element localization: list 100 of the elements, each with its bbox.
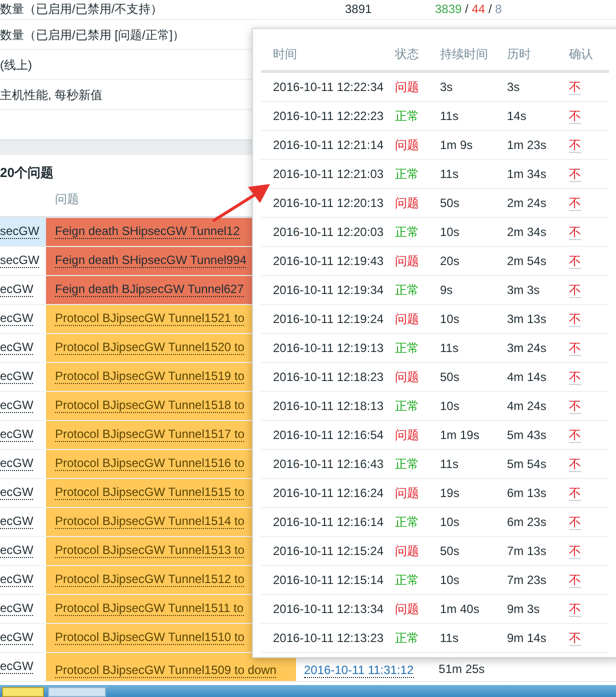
status-text: 问题 bbox=[395, 196, 419, 210]
problem-link[interactable]: Feign death SHipsecGW Tunnel994 bbox=[55, 254, 246, 268]
acknowledge-link[interactable]: 不 bbox=[569, 544, 581, 559]
duration-text: 1m 9s bbox=[440, 138, 473, 152]
host-link[interactable]: ecGW bbox=[0, 602, 34, 616]
duration-text: 51m 25s bbox=[438, 661, 485, 678]
status-text: 正常 bbox=[395, 283, 419, 297]
status-text: 问题 bbox=[395, 312, 419, 326]
duration-text: 19s bbox=[440, 486, 460, 500]
problem-link[interactable]: Protocol BJipsecGW Tunnel1510 to bbox=[55, 631, 244, 645]
acknowledge-link[interactable]: 不 bbox=[569, 573, 581, 588]
acknowledge-link[interactable]: 不 bbox=[569, 457, 581, 472]
acknowledge-link[interactable]: 不 bbox=[569, 486, 581, 501]
host-link[interactable]: ecGW bbox=[0, 457, 34, 471]
duration-text: 9s bbox=[440, 283, 453, 297]
acknowledge-link[interactable]: 不 bbox=[569, 515, 581, 530]
summary-label: (线上) bbox=[0, 58, 32, 72]
column-header: 状态 bbox=[395, 46, 419, 60]
summary-counts: 3839 / 44 / 8 bbox=[435, 1, 502, 18]
acknowledge-link[interactable]: 不 bbox=[569, 109, 581, 124]
age-text: 5m 54s bbox=[507, 457, 546, 471]
time-text: 2016-10-11 12:13:23 bbox=[273, 631, 384, 645]
annotation-arrow bbox=[212, 184, 270, 222]
host-link[interactable]: ecGW bbox=[0, 486, 34, 500]
acknowledge-link[interactable]: 不 bbox=[569, 80, 581, 95]
summary-label: 数量（已启用/已禁用/不支持） bbox=[0, 2, 163, 16]
duration-text: 20s bbox=[440, 254, 460, 268]
acknowledge-link[interactable]: 不 bbox=[569, 341, 581, 356]
acknowledge-link[interactable]: 不 bbox=[569, 225, 581, 240]
status-text: 问题 bbox=[395, 370, 419, 384]
problem-link[interactable]: Protocol BJipsecGW Tunnel1512 to bbox=[55, 573, 244, 587]
age-text: 6m 13s bbox=[507, 486, 546, 500]
problem-link[interactable]: Protocol BJipsecGW Tunnel1519 to bbox=[55, 370, 244, 384]
host-link[interactable]: ecGW bbox=[0, 370, 34, 384]
age-text: 3m 13s bbox=[507, 312, 546, 326]
host-link[interactable]: ecGW bbox=[0, 660, 34, 674]
age-text: 2m 24s bbox=[507, 196, 546, 210]
acknowledge-link[interactable]: 不 bbox=[569, 167, 581, 182]
problem-link[interactable]: Protocol BJipsecGW Tunnel1513 to bbox=[55, 544, 244, 558]
problem-link[interactable]: Protocol BJipsecGW Tunnel1518 to bbox=[55, 399, 244, 413]
duration-text: 10s bbox=[440, 225, 460, 239]
host-link[interactable]: ecGW bbox=[0, 399, 34, 413]
host-link[interactable]: ecGW bbox=[0, 631, 34, 645]
host-link[interactable]: ecGW bbox=[0, 283, 34, 297]
age-text: 3s bbox=[507, 80, 520, 94]
problem-link[interactable]: Feign death SHipsecGW Tunnel12 bbox=[55, 225, 240, 239]
host-link[interactable]: secGW bbox=[0, 254, 40, 268]
problem-link[interactable]: Protocol BJipsecGW Tunnel1521 to bbox=[55, 312, 244, 326]
problem-link[interactable]: Protocol BJipsecGW Tunnel1515 to bbox=[55, 486, 244, 500]
age-text: 4m 14s bbox=[507, 370, 546, 384]
host-link[interactable]: ecGW bbox=[0, 515, 34, 529]
status-text: 正常 bbox=[395, 341, 419, 355]
duration-text: 1m 19s bbox=[440, 428, 480, 442]
column-header: 确认 bbox=[569, 46, 593, 60]
status-text: 问题 bbox=[395, 254, 419, 268]
time-text: 2016-10-11 12:16:54 bbox=[273, 428, 384, 442]
acknowledge-link[interactable]: 不 bbox=[569, 138, 581, 153]
problem-link[interactable]: Protocol BJipsecGW Tunnel1516 to bbox=[55, 457, 244, 471]
age-text: 2m 54s bbox=[507, 254, 546, 268]
column-header: 问题 bbox=[55, 191, 79, 208]
age-text: 5m 43s bbox=[507, 428, 546, 442]
time-text: 2016-10-11 12:21:14 bbox=[273, 138, 384, 152]
acknowledge-link[interactable]: 不 bbox=[569, 370, 581, 385]
duration-text: 10s bbox=[440, 399, 460, 413]
acknowledge-link[interactable]: 不 bbox=[569, 283, 581, 298]
problem-link[interactable]: Protocol BJipsecGW Tunnel1517 to bbox=[55, 428, 244, 442]
acknowledge-link[interactable]: 不 bbox=[569, 428, 581, 443]
host-link[interactable]: ecGW bbox=[0, 573, 34, 587]
duration-text: 50s bbox=[440, 196, 460, 210]
acknowledge-link[interactable]: 不 bbox=[569, 602, 581, 617]
host-link[interactable]: secGW bbox=[0, 225, 40, 239]
acknowledge-link[interactable]: 不 bbox=[569, 399, 581, 414]
problem-link[interactable]: Protocol BJipsecGW Tunnel1514 to bbox=[55, 515, 244, 529]
status-text: 正常 bbox=[395, 225, 419, 239]
duration-text: 10s bbox=[440, 515, 460, 529]
problem-link[interactable]: Feign death BJipsecGW Tunnel627 bbox=[55, 283, 244, 297]
time-text: 2016-10-11 12:19:43 bbox=[273, 254, 384, 268]
acknowledge-link[interactable]: 不 bbox=[569, 631, 581, 646]
problem-link[interactable]: Protocol BJipsecGW Tunnel1511 to bbox=[55, 602, 244, 616]
panel-title: 20个问题 bbox=[0, 164, 54, 182]
time-text: 2016-10-11 12:18:23 bbox=[273, 370, 384, 384]
summary-label: 数量（已启用/已禁用 [问题/正常]） bbox=[0, 28, 185, 42]
problem-link[interactable]: Protocol BJipsecGW Tunnel1520 to bbox=[55, 341, 244, 355]
status-text: 问题 bbox=[395, 138, 419, 152]
problem-link[interactable]: Protocol BJipsecGW Tunnel1509 to down bbox=[55, 664, 276, 678]
summary-label: 主机性能, 每秒新值 bbox=[0, 88, 103, 102]
host-link[interactable]: ecGW bbox=[0, 428, 34, 442]
status-text: 正常 bbox=[395, 399, 419, 413]
age-text: 2m 34s bbox=[507, 225, 546, 239]
taskbar-item[interactable] bbox=[48, 687, 106, 697]
acknowledge-link[interactable]: 不 bbox=[569, 254, 581, 269]
host-link[interactable]: ecGW bbox=[0, 312, 34, 326]
age-text: 1m 23s bbox=[507, 138, 546, 152]
host-link[interactable]: ecGW bbox=[0, 341, 34, 355]
host-link[interactable]: ecGW bbox=[0, 544, 34, 558]
acknowledge-link[interactable]: 不 bbox=[569, 196, 581, 211]
acknowledge-link[interactable]: 不 bbox=[569, 312, 581, 327]
status-text: 问题 bbox=[395, 602, 419, 616]
start-button[interactable] bbox=[2, 687, 44, 697]
time-link[interactable]: 2016-10-11 11:31:12 bbox=[304, 664, 414, 678]
